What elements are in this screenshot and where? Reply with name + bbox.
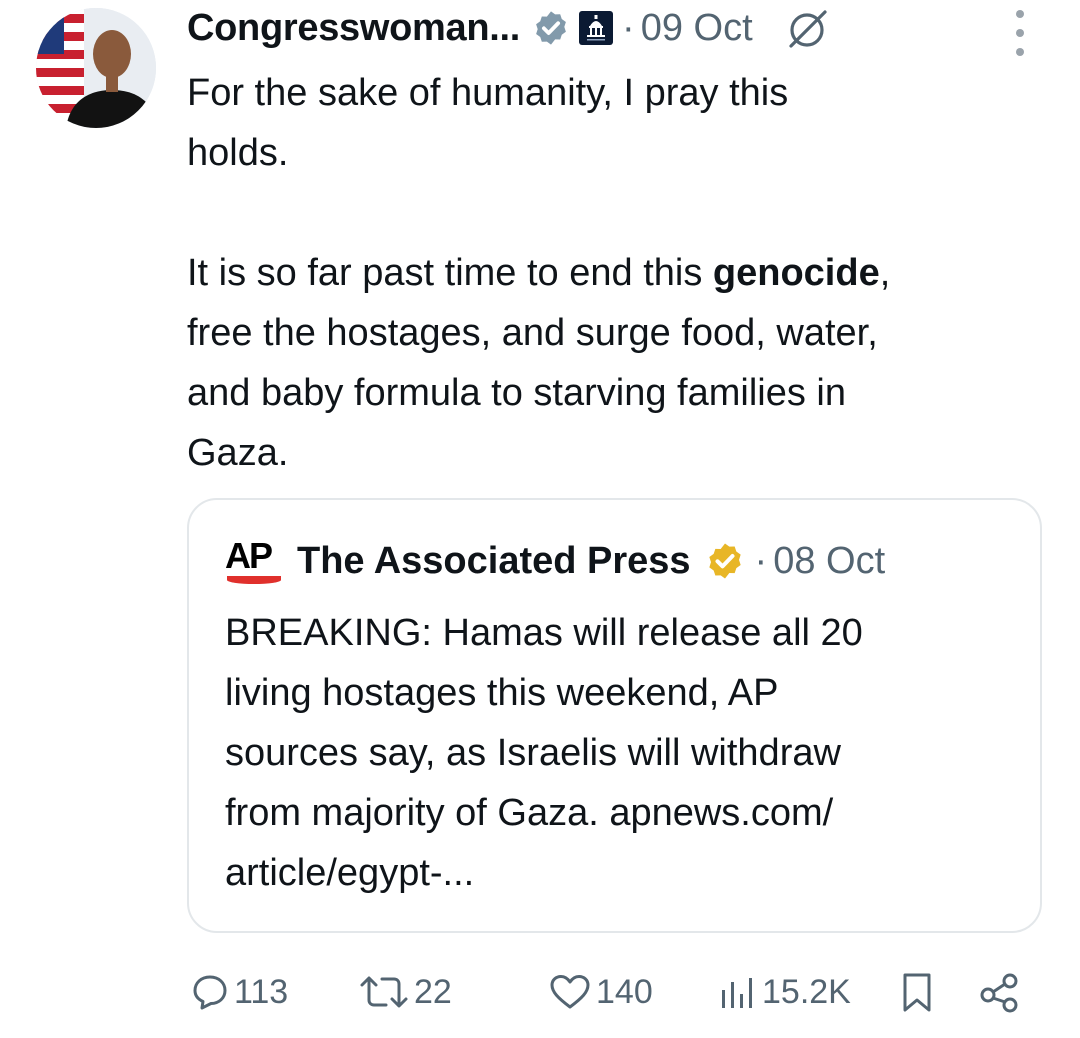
- header-separator: ·: [622, 6, 635, 49]
- verified-badge-icon[interactable]: [532, 9, 570, 47]
- post-timestamp[interactable]: 09 Oct: [641, 7, 753, 50]
- like-button[interactable]: 140: [548, 962, 653, 1022]
- quoted-post-header: AP The Associated Press · 08 Oct: [225, 536, 885, 586]
- quoted-author-name[interactable]: The Associated Press: [297, 540, 691, 583]
- share-icon: [980, 973, 1018, 1013]
- views-button[interactable]: 15.2K: [718, 962, 851, 1022]
- ap-logo-icon[interactable]: AP: [225, 536, 283, 586]
- ap-logo-text: AP: [225, 535, 273, 576]
- avatar-image: [36, 8, 156, 128]
- quoted-post-text: BREAKING: Hamas will release all 20 livi…: [225, 612, 863, 894]
- government-badge-icon[interactable]: [578, 10, 614, 46]
- like-count: 140: [596, 972, 653, 1011]
- views-count: 15.2K: [762, 972, 851, 1011]
- verified-gold-badge-icon[interactable]: [705, 541, 745, 581]
- repost-icon: [360, 976, 408, 1008]
- circle-slash-icon[interactable]: [785, 6, 829, 50]
- repost-button[interactable]: 22: [358, 962, 452, 1022]
- reply-icon: [193, 975, 227, 1010]
- reply-count: 113: [234, 972, 289, 1011]
- repost-count: 22: [414, 972, 452, 1011]
- author-avatar[interactable]: [36, 8, 156, 128]
- post-text-part1: For the sake of humanity, I pray this ho…: [187, 72, 789, 294]
- action-bar: 113 22 140 15.2K: [0, 962, 1080, 1022]
- share-button[interactable]: [978, 962, 1022, 1022]
- more-options-icon[interactable]: [1006, 10, 1034, 56]
- author-name[interactable]: Congresswoman...: [187, 7, 520, 50]
- quote-separator: ·: [754, 539, 768, 582]
- post-text: For the sake of humanity, I pray this ho…: [187, 63, 1057, 483]
- post-text-bold: genocide: [712, 252, 880, 294]
- bookmark-icon: [903, 973, 931, 1012]
- post-header: Congresswoman... · 09 Oct: [187, 4, 829, 52]
- quoted-post-card[interactable]: AP The Associated Press · 08 Oct BREAKIN…: [187, 498, 1042, 933]
- heart-icon: [550, 975, 590, 1009]
- reply-button[interactable]: 113: [190, 962, 288, 1022]
- bookmark-button[interactable]: [897, 962, 937, 1022]
- quoted-post-timestamp[interactable]: 08 Oct: [773, 540, 885, 583]
- views-bar-chart-icon: [722, 978, 752, 1008]
